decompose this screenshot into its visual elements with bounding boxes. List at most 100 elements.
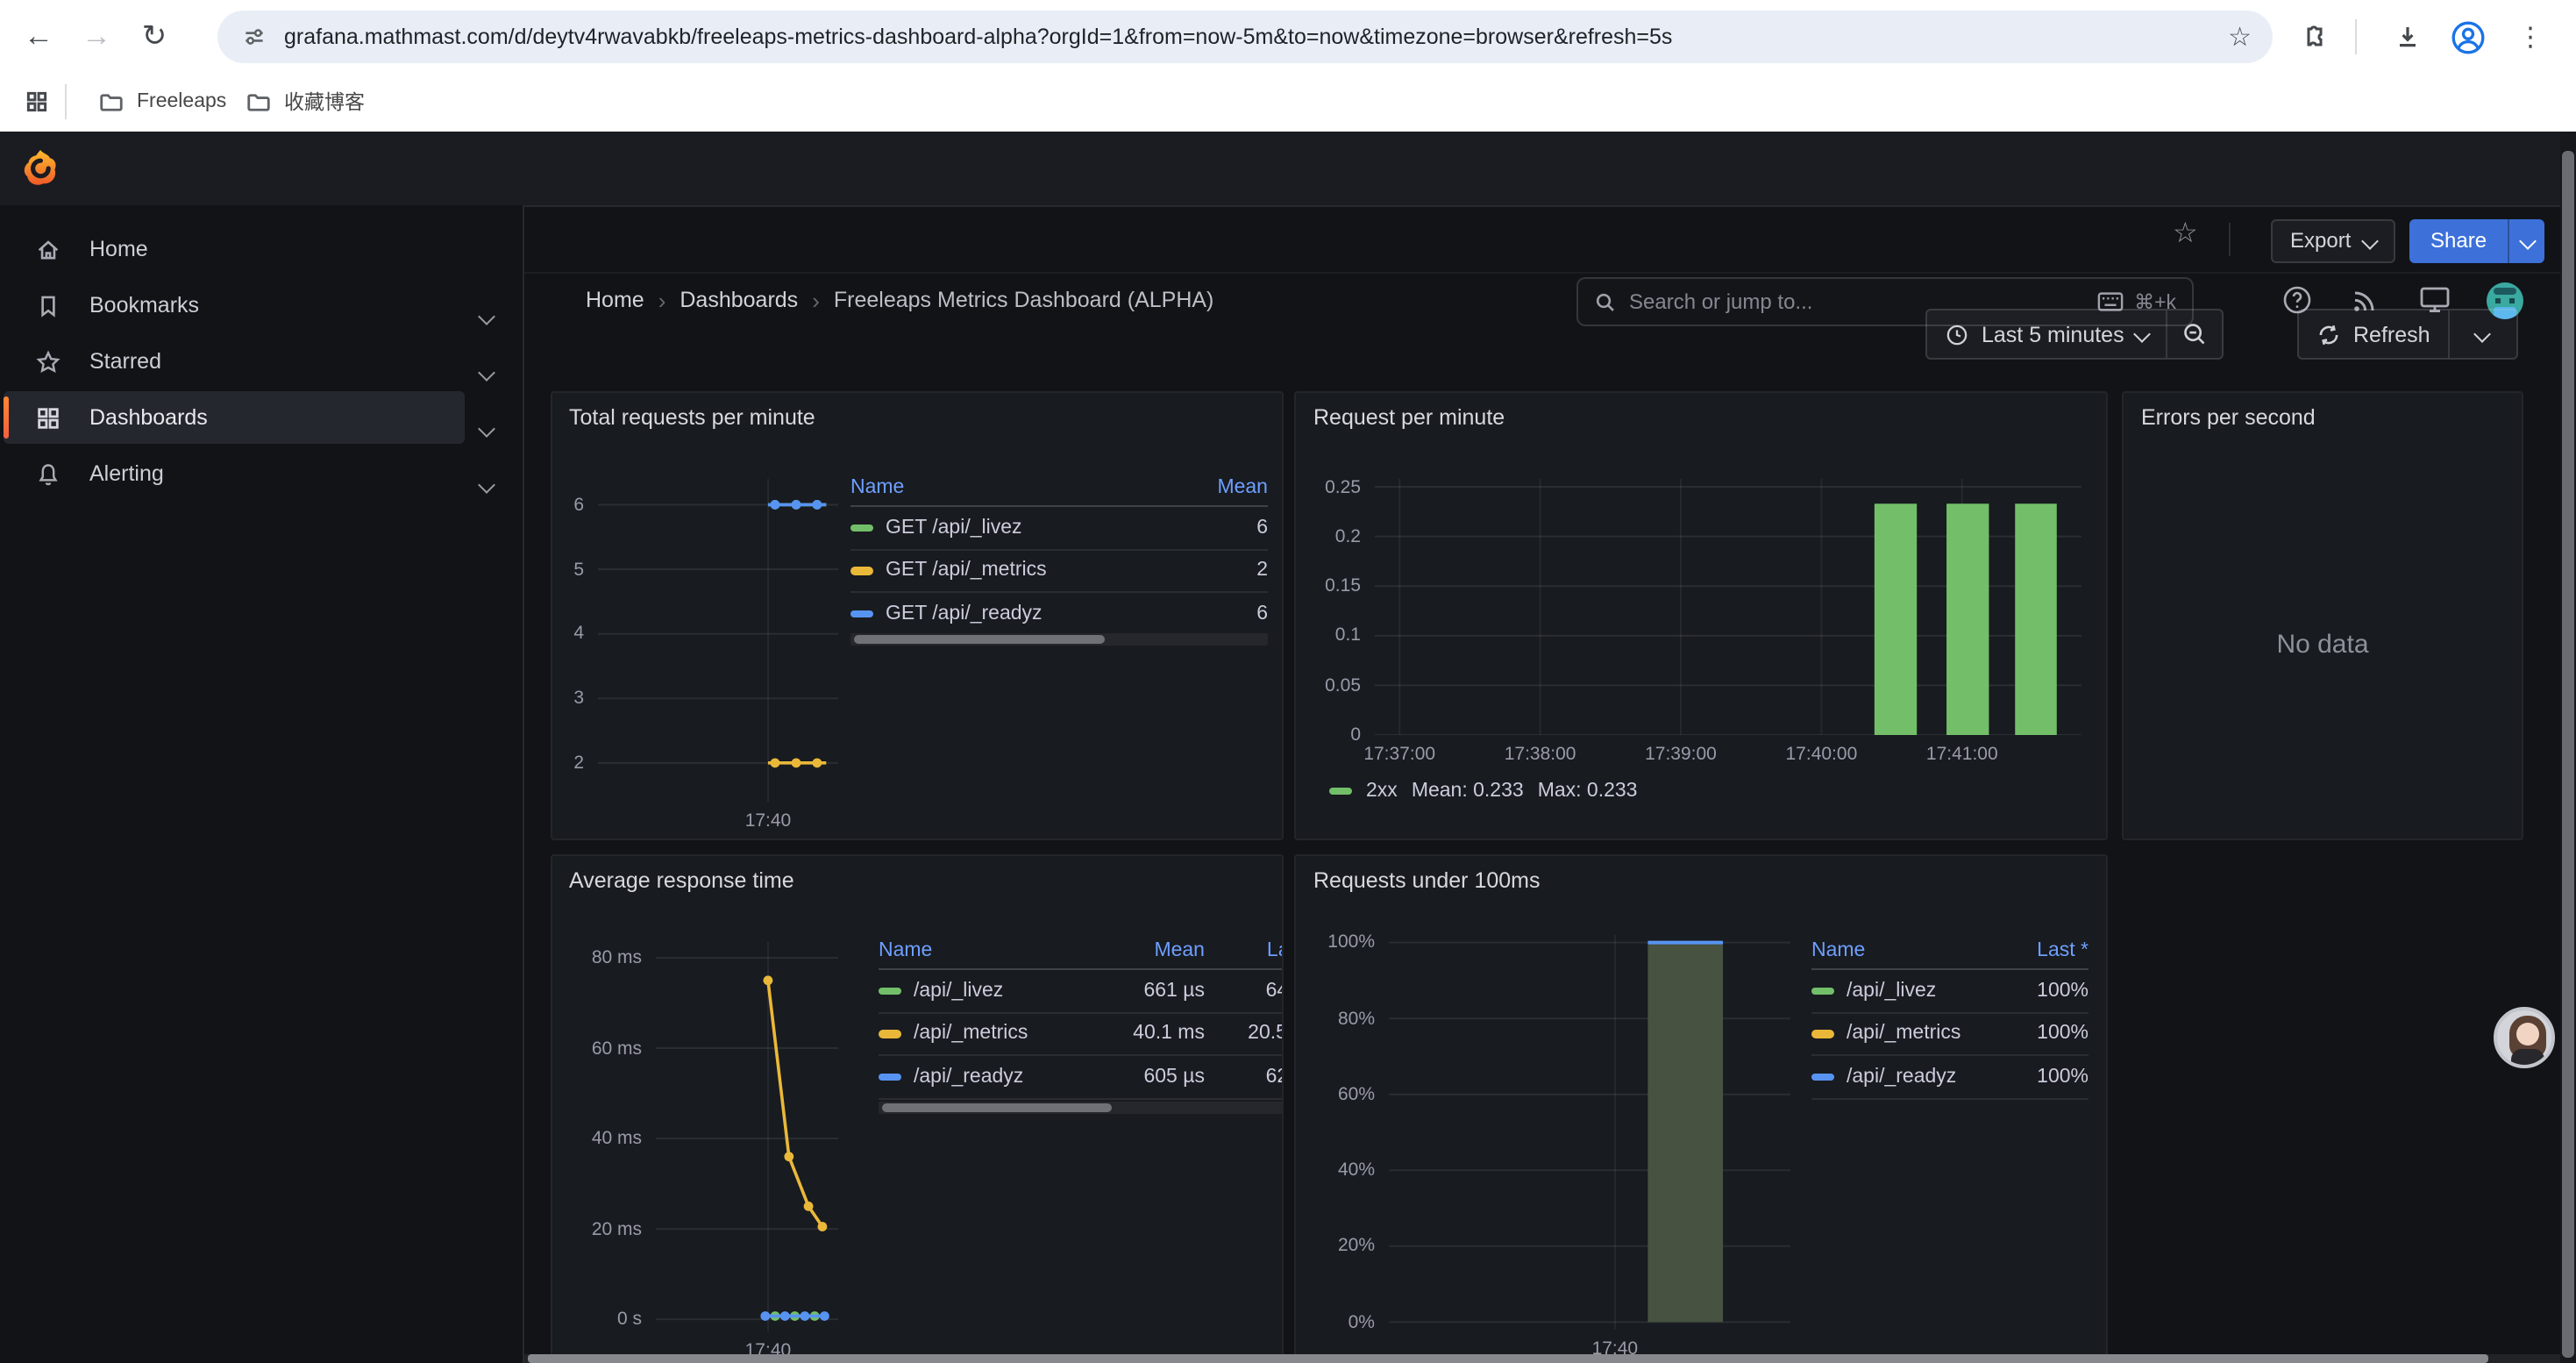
panel-title: Requests under 100ms [1313,868,1541,893]
legend-col-name[interactable]: Name [879,939,1092,960]
panel-total-requests-per-minute[interactable]: Total requests per minute Name Mean GET … [550,391,1284,840]
grafana-logo[interactable] [19,147,61,189]
browser-back-button[interactable]: ← [21,19,56,54]
sidebar-item-label: Bookmarks [89,293,199,318]
browser-reload-button[interactable]: ↻ [137,19,172,54]
sidebar-item-label: Starred [89,349,161,374]
legend-row[interactable]: GET /api/_livez 6 [850,507,1268,550]
legend-col-mean[interactable]: Mean [1163,476,1268,497]
series-last: 20.5 r [1205,1024,1284,1045]
legend-table: Name Mean Las /api/_livez 661 µs 646 /ap… [879,931,1284,1099]
downloads-icon[interactable] [2390,19,2425,54]
bookmark-star-icon[interactable]: ☆ [2228,21,2252,53]
refresh-interval-chevron[interactable] [2450,310,2516,358]
panel-requests-under-100ms[interactable]: Requests under 100ms Name Last * /api/_l… [1294,854,2108,1363]
legend-col-last[interactable]: Las [1205,939,1284,960]
series-swatch [1811,987,1834,995]
legend-row[interactable]: /api/_livez 661 µs 646 [879,970,1284,1013]
panel-errors-per-second[interactable]: Errors per second No data [2122,391,2523,840]
barchart-plot[interactable] [1375,479,2081,735]
series-mean: 2 [1163,560,1268,582]
zoom-out-icon [2182,321,2209,347]
legend-row[interactable]: GET /api/_metrics 2 [850,550,1268,593]
address-bar[interactable]: grafana.mathmast.com/d/deytv4rwavabkb/fr… [217,11,2273,63]
bookmark-folder-label: 收藏博客 [284,88,365,116]
y-axis-tick: 20% [1296,1236,1375,1257]
chevron-down-icon[interactable] [480,300,493,332]
share-button[interactable]: Share [2409,219,2544,262]
legend-col-mean[interactable]: Mean [1092,939,1205,960]
chevron-down-icon[interactable] [480,468,493,500]
y-axis-tick: 2 [551,753,584,774]
sidebar-item-dashboards[interactable]: Dashboards [4,391,465,444]
chevron-down-icon[interactable] [480,356,493,388]
series-name: /api/_readyz [1847,1067,1956,1088]
y-axis-tick: 80% [1296,1008,1375,1029]
legend-row[interactable]: /api/_metrics 100% [1811,1013,2089,1056]
floating-assistant-avatar[interactable] [2493,1006,2554,1067]
bookmark-folder-blogs[interactable]: 收藏博客 [231,81,379,123]
export-button[interactable]: Export [2271,219,2395,262]
profile-icon[interactable] [2448,18,2487,56]
share-menu-chevron[interactable] [2509,219,2544,262]
legend-table: Name Mean GET /api/_livez 6 GET /api/_me… [850,468,1268,636]
legend-row[interactable]: /api/_readyz 605 µs 620 [879,1056,1284,1099]
active-indicator [4,396,8,439]
grafana-header: Grafana Home › Dashboards › Freeleaps Me… [0,132,2576,207]
legend-scrollbar[interactable] [879,1102,1284,1114]
x-axis-tick: 17:40:00 [1760,744,1882,765]
y-axis-tick: 20 ms [551,1218,642,1239]
x-axis-tick: 17:40 [707,810,829,831]
sidebar-item-label: Dashboards [89,405,208,430]
breadcrumb-separator: › [644,287,680,313]
browser-forward-button[interactable]: → [79,19,114,54]
area-plot[interactable] [1389,935,1790,1330]
series-mean: 605 µs [1092,1067,1205,1088]
legend-row[interactable]: /api/_readyz 100% [1811,1056,2089,1099]
zoom-out-button[interactable] [2168,310,2223,358]
browser-menu-icon[interactable]: ⋮ [2515,18,2546,56]
sidebar-item-bookmarks[interactable]: Bookmarks [4,279,465,332]
legend-header: Name Mean [850,468,1268,507]
horizontal-scrollbar[interactable] [524,1353,2559,1363]
series-swatch [1811,1073,1834,1081]
legend-scrollbar[interactable] [850,633,1268,646]
sidebar-item-starred[interactable]: Starred [4,335,465,388]
panel-average-response-time[interactable]: Average response time Name Mean Las /api… [550,854,1284,1363]
refresh-button[interactable]: Refresh [2299,310,2448,358]
legend-row[interactable]: /api/_livez 100% [1811,970,2089,1013]
y-axis-tick: 40 ms [551,1128,642,1149]
legend-header: Name Mean Las [879,931,1284,970]
legend-col-last[interactable]: Last * [1980,939,2089,960]
timeseries-plot[interactable] [598,479,838,802]
y-axis-tick: 0.05 [1296,674,1361,696]
panel-request-per-minute[interactable]: Request per minute 2xx Mean: 0.233 Max: … [1294,391,2108,840]
vertical-scrollbar[interactable] [2559,132,2576,1363]
legend-col-name[interactable]: Name [1811,939,1980,960]
sidebar-item-home[interactable]: Home [4,223,465,275]
legend-row[interactable]: /api/_metrics 40.1 ms 20.5 r [879,1013,1284,1056]
y-axis-tick: 6 [551,494,584,515]
breadcrumb-dashboards[interactable]: Dashboards [680,288,798,312]
legend-row[interactable]: GET /api/_readyz 6 [850,593,1268,636]
extensions-icon[interactable] [2295,19,2330,54]
site-settings-icon[interactable] [242,25,267,49]
bookmark-folder-freeleaps[interactable]: Freeleaps [84,81,240,123]
chevron-down-icon[interactable] [480,412,493,444]
time-range-picker[interactable]: Last 5 minutes [1927,310,2167,358]
horizontal-scrollbar-thumb[interactable] [528,1354,2488,1362]
sidebar-item-alerting[interactable]: Alerting [4,447,465,500]
favorite-star-icon[interactable]: ☆ [2173,216,2198,251]
legend-table: Name Last * /api/_livez 100% /api/_metri… [1811,931,2089,1099]
breadcrumb-separator: › [798,287,834,313]
y-axis-tick: 60% [1296,1084,1375,1105]
apps-grid-icon[interactable] [21,86,53,118]
refresh-sync-icon [2316,322,2341,346]
legend-col-name[interactable]: Name [850,476,1163,497]
timeseries-plot[interactable] [656,942,838,1331]
legend-inline[interactable]: 2xx Mean: 0.233 Max: 0.233 [1329,781,1638,802]
breadcrumb-home[interactable]: Home [586,288,644,312]
vertical-scrollbar-thumb[interactable] [2562,151,2573,1358]
avatar-pixel-eye [2509,298,2515,303]
series-swatch [879,987,901,995]
